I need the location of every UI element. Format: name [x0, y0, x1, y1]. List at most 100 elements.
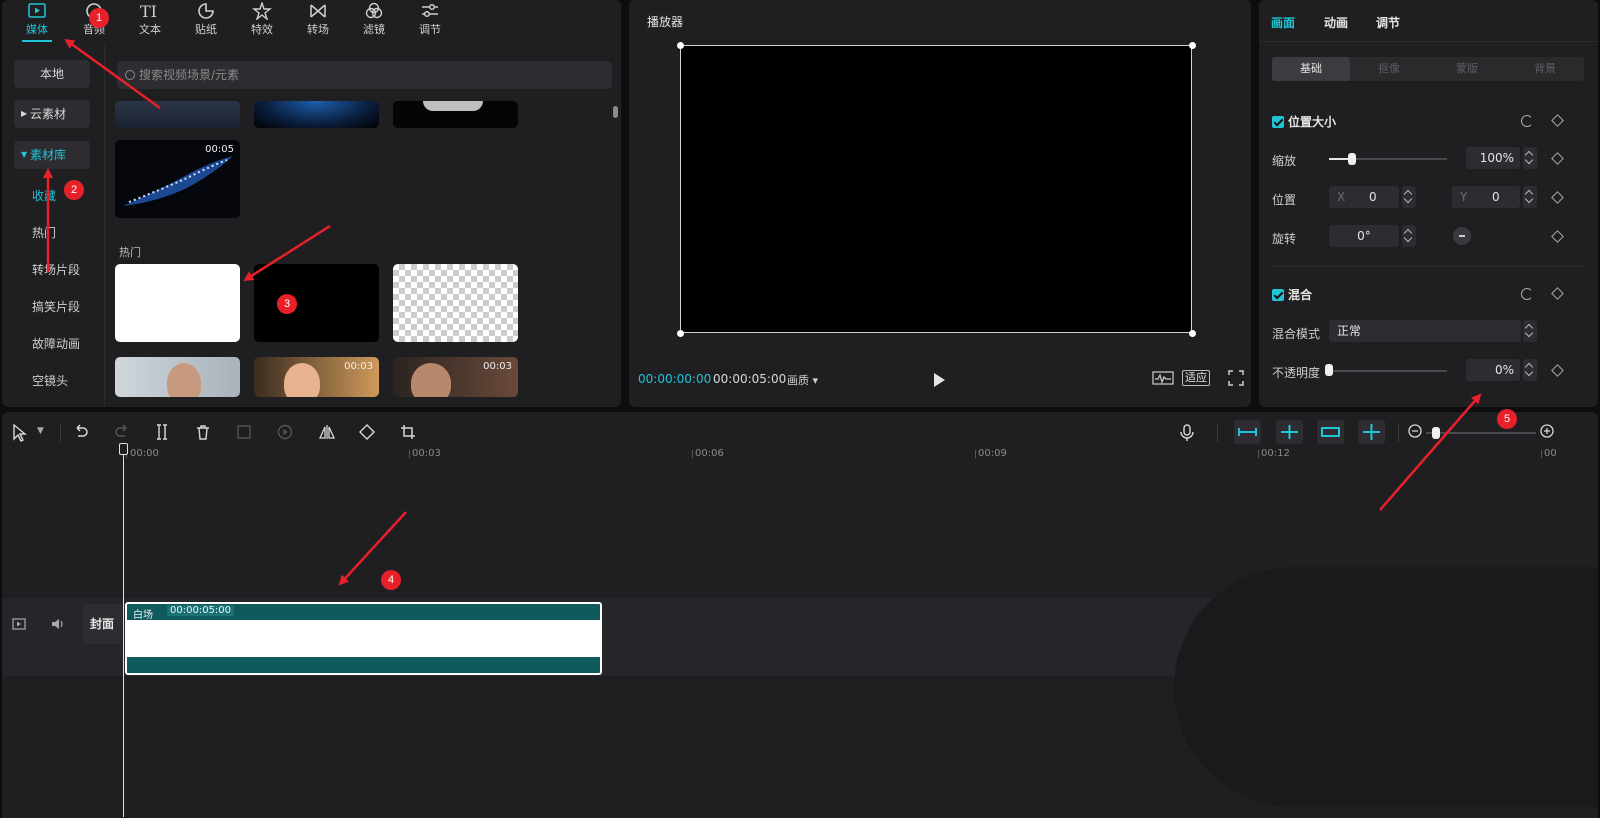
keyframe-icon[interactable] — [1551, 287, 1564, 300]
tab-adjust[interactable]: 调节 — [1376, 14, 1400, 31]
sidebar-item-library[interactable]: ▼ 素材库 — [14, 141, 90, 169]
tab-transition[interactable]: 转场 — [295, 2, 341, 37]
text-icon: TI — [140, 2, 157, 20]
opacity-value-field[interactable]: 0% — [1466, 359, 1520, 381]
tab-sticker[interactable]: 贴纸 — [183, 2, 229, 37]
quality-dropdown[interactable]: 画质 ▾ — [787, 372, 818, 388]
tab-animation[interactable]: 动画 — [1324, 14, 1348, 31]
keyframe-icon[interactable] — [1551, 230, 1564, 243]
undo-icon[interactable] — [73, 424, 89, 440]
subtab-background[interactable]: 背景 — [1506, 57, 1584, 81]
playhead-line[interactable] — [123, 447, 124, 817]
section-blend[interactable]: 混合 — [1272, 286, 1312, 303]
media-thumb[interactable] — [393, 101, 518, 128]
resize-handle[interactable] — [1189, 330, 1196, 337]
rotate-field[interactable]: 0° — [1329, 225, 1399, 247]
resize-handle[interactable] — [677, 42, 684, 49]
tab-picture[interactable]: 画面 — [1271, 14, 1295, 31]
position-x-stepper[interactable] — [1402, 186, 1416, 208]
slider-knob[interactable] — [1325, 364, 1333, 376]
section-position-size[interactable]: 位置大小 — [1272, 113, 1336, 130]
media-thumb-face[interactable] — [115, 357, 240, 397]
sidebar-link-transition-clips[interactable]: 转场片段 — [32, 261, 80, 278]
cover-button[interactable]: 封面 — [82, 604, 122, 644]
ruler-label: 00:09 — [978, 448, 1007, 459]
tab-media[interactable]: 媒体 — [14, 2, 60, 42]
slider-knob[interactable] — [1348, 153, 1356, 165]
rotate-icon[interactable] — [359, 424, 375, 440]
media-thumb-face[interactable]: 00:03 — [254, 357, 379, 397]
preview-axis-button[interactable] — [1358, 420, 1385, 444]
position-y-field[interactable]: Y 0 — [1452, 186, 1520, 208]
opacity-slider[interactable] — [1329, 370, 1447, 372]
sidebar-link-favorites[interactable]: 收藏 — [32, 187, 56, 204]
microphone-icon[interactable] — [1180, 424, 1194, 442]
position-x-field[interactable]: X 0 — [1329, 186, 1399, 208]
video-canvas[interactable] — [680, 45, 1192, 333]
resize-handle[interactable] — [1189, 42, 1196, 49]
play-button[interactable] — [934, 373, 945, 387]
tab-filter[interactable]: 滤镜 — [351, 2, 397, 37]
sidebar-link-glitch[interactable]: 故障动画 — [32, 335, 80, 352]
scale-stepper[interactable] — [1523, 147, 1537, 169]
crop-icon[interactable] — [400, 424, 416, 440]
subtab-mask[interactable]: 蒙版 — [1428, 57, 1506, 81]
media-thumb-sparkle[interactable]: 00:05 — [115, 140, 240, 218]
split-icon[interactable] — [154, 424, 170, 440]
speaker-icon[interactable] — [50, 617, 66, 631]
sidebar-item-cloud[interactable]: ▶ 云素材 — [14, 100, 90, 128]
tab-effects[interactable]: 特效 — [239, 2, 285, 37]
keyframe-icon[interactable] — [1551, 114, 1564, 127]
media-thumb[interactable] — [115, 101, 240, 128]
linkage-button[interactable] — [1317, 420, 1344, 444]
scale-slider[interactable] — [1329, 158, 1447, 160]
sidebar-item-local[interactable]: 本地 — [14, 60, 90, 88]
mirror-icon[interactable] — [318, 424, 336, 440]
auto-snap-button[interactable] — [1276, 420, 1303, 444]
subtab-cutout[interactable]: 抠像 — [1350, 57, 1428, 81]
checkbox[interactable] — [1272, 116, 1284, 128]
playhead-handle[interactable] — [119, 443, 128, 455]
chevron-down-icon[interactable]: ▼ — [37, 426, 44, 436]
reset-icon[interactable] — [1521, 115, 1533, 127]
media-thumb-face[interactable]: 00:03 — [393, 357, 518, 397]
sidebar-link-hot[interactable]: 热门 — [32, 224, 56, 241]
sidebar-link-funny-clips[interactable]: 搞笑片段 — [32, 298, 80, 315]
tab-adjust[interactable]: 调节 — [407, 2, 453, 37]
zoom-slider[interactable] — [1426, 432, 1536, 434]
reset-icon[interactable] — [1521, 288, 1533, 300]
media-thumb-white[interactable] — [115, 264, 240, 342]
fit-button[interactable]: 适应 — [1182, 370, 1210, 386]
search-input[interactable]: 搜索视频场景/元素 — [117, 61, 612, 89]
subtab-basic[interactable]: 基础 — [1272, 57, 1350, 81]
media-thumb[interactable] — [254, 101, 379, 128]
keyframe-icon[interactable] — [1551, 152, 1564, 165]
zoom-in-icon[interactable] — [1540, 424, 1554, 438]
keyframe-icon[interactable] — [1551, 364, 1564, 377]
select-cursor-icon[interactable] — [12, 424, 28, 442]
rotate-dial[interactable] — [1453, 227, 1471, 245]
media-thumb-black[interactable] — [254, 264, 379, 342]
resize-handle[interactable] — [677, 330, 684, 337]
fullscreen-icon[interactable] — [1228, 370, 1244, 386]
scale-value-field[interactable]: 100% — [1466, 147, 1520, 169]
tab-text[interactable]: TI 文本 — [127, 2, 173, 37]
keyframe-icon[interactable] — [1551, 191, 1564, 204]
media-thumb-transparent[interactable] — [393, 264, 518, 342]
sidebar-link-empty-shot[interactable]: 空镜头 — [32, 372, 68, 389]
media-scrollbar[interactable] — [613, 106, 618, 118]
opacity-stepper[interactable] — [1523, 359, 1537, 381]
magnet-snap-button[interactable] — [1234, 420, 1261, 444]
checkbox[interactable] — [1272, 289, 1284, 301]
delete-icon[interactable] — [195, 424, 211, 440]
zoom-out-icon[interactable] — [1408, 424, 1422, 438]
rotate-stepper[interactable] — [1402, 225, 1416, 247]
video-track-icon[interactable] — [12, 618, 26, 630]
clip-name: 白场 — [133, 610, 153, 621]
timeline-clip[interactable]: 白场 00:00:05:00 — [125, 602, 602, 675]
blend-mode-select[interactable]: 正常 — [1329, 320, 1521, 342]
zoom-knob[interactable] — [1432, 427, 1440, 439]
blend-mode-stepper[interactable] — [1523, 320, 1537, 342]
position-y-stepper[interactable] — [1523, 186, 1537, 208]
waveform-icon[interactable] — [1152, 371, 1174, 385]
